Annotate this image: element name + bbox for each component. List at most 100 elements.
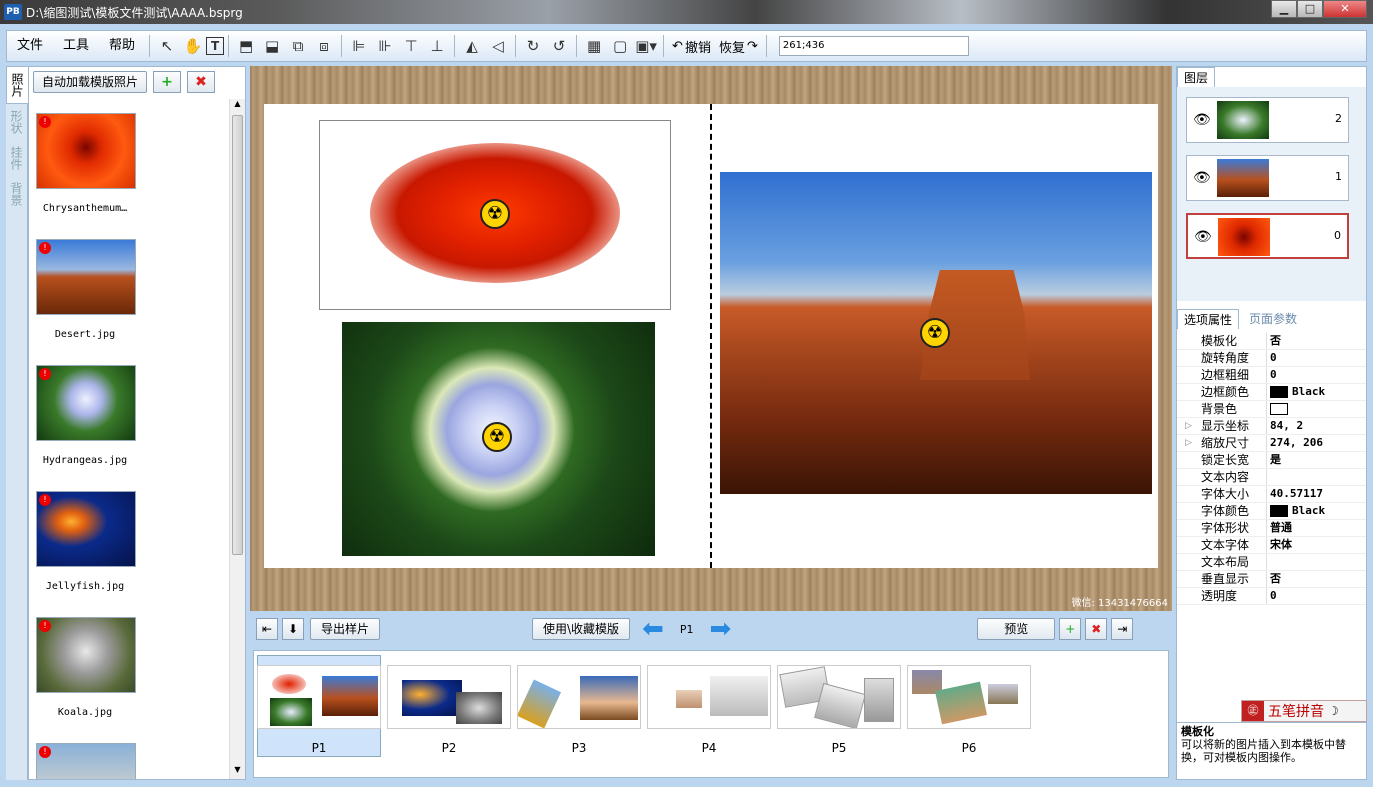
- layer-item[interactable]: 👁 2: [1186, 97, 1349, 143]
- tab-background[interactable]: 背景: [6, 176, 27, 212]
- border-style-dropdown-icon[interactable]: ▣▾: [633, 33, 659, 59]
- grid-layout-icon[interactable]: ▦: [581, 33, 607, 59]
- photo-thumb-lighthouse[interactable]: !: [36, 743, 136, 779]
- rotate-cw-icon[interactable]: ↻: [520, 33, 546, 59]
- add-page-icon[interactable]: +: [1059, 618, 1082, 640]
- property-value[interactable]: 84, 2: [1267, 418, 1366, 434]
- align-left-icon[interactable]: ⊫: [346, 33, 372, 59]
- maximize-button[interactable]: □: [1297, 0, 1323, 18]
- property-row[interactable]: ▷ 显示坐标 84, 2: [1177, 418, 1366, 435]
- hand-pan-icon[interactable]: ✋: [180, 33, 206, 59]
- page-thumb-p1[interactable]: [257, 665, 381, 729]
- eye-icon[interactable]: 👁: [1193, 112, 1211, 128]
- expand-icon[interactable]: ▷: [1185, 435, 1192, 451]
- placeholder-marker-icon[interactable]: ☢: [920, 318, 950, 348]
- align-right-icon[interactable]: ⊪: [372, 33, 398, 59]
- layer-item[interactable]: 👁 1: [1186, 155, 1349, 201]
- menu-file[interactable]: 文件: [7, 31, 53, 61]
- layer-item-selected[interactable]: 👁 0: [1186, 213, 1349, 259]
- property-value[interactable]: 否: [1267, 571, 1366, 587]
- property-row[interactable]: 字体大小 40.57117: [1177, 486, 1366, 503]
- align-top-icon[interactable]: ⊤: [398, 33, 424, 59]
- menu-help[interactable]: 帮助: [99, 31, 145, 61]
- scroll-up-icon[interactable]: ▲: [230, 99, 245, 113]
- property-value[interactable]: 是: [1267, 452, 1366, 468]
- expand-icon[interactable]: ▷: [1185, 418, 1192, 434]
- tab-option-properties[interactable]: 选项属性: [1177, 309, 1240, 329]
- text-tool-icon[interactable]: T: [206, 37, 225, 55]
- placeholder-marker-icon[interactable]: ☢: [482, 422, 512, 452]
- tab-photos[interactable]: 照片: [6, 66, 28, 104]
- eye-icon[interactable]: 👁: [1194, 229, 1212, 245]
- property-row[interactable]: 文本布局: [1177, 554, 1366, 571]
- property-value[interactable]: Black: [1267, 384, 1366, 400]
- export-sample-button[interactable]: 导出样片: [310, 618, 381, 640]
- rotate-ccw-icon[interactable]: ↺: [546, 33, 572, 59]
- photo-thumb-koala[interactable]: !: [36, 617, 136, 693]
- download-icon[interactable]: ⬇: [282, 618, 304, 640]
- flip-horizontal-icon[interactable]: ◭: [459, 33, 485, 59]
- property-row[interactable]: 边框粗细 0: [1177, 367, 1366, 384]
- undo-button[interactable]: ↶ 撤销: [668, 37, 715, 56]
- property-value[interactable]: 0: [1267, 367, 1366, 383]
- property-row[interactable]: ▷ 缩放尺寸 274, 206: [1177, 435, 1366, 452]
- property-value[interactable]: [1267, 401, 1366, 417]
- property-row[interactable]: 字体颜色 Black: [1177, 503, 1366, 520]
- page-thumb-p2[interactable]: [387, 665, 511, 729]
- property-row[interactable]: 背景色: [1177, 401, 1366, 418]
- align-bottom-icon[interactable]: ⊥: [424, 33, 450, 59]
- tab-layers[interactable]: 图层: [1177, 67, 1216, 87]
- property-row[interactable]: 透明度 0: [1177, 588, 1366, 605]
- property-value[interactable]: 0: [1267, 350, 1366, 366]
- ime-mode-label[interactable]: 五笔拼音: [1264, 701, 1328, 721]
- property-row[interactable]: 文本字体 宋体: [1177, 537, 1366, 554]
- placeholder-marker-icon[interactable]: ☢: [480, 199, 510, 229]
- property-row[interactable]: 边框颜色 Black: [1177, 384, 1366, 401]
- select-arrow-icon[interactable]: ↖: [154, 33, 180, 59]
- page-menu-icon[interactable]: ⇥: [1111, 618, 1134, 640]
- property-value[interactable]: [1267, 469, 1366, 485]
- album-page[interactable]: ☢ ☢ ☢: [264, 104, 1158, 568]
- property-value[interactable]: 40.57117: [1267, 486, 1366, 502]
- import-icon[interactable]: ⇤: [256, 618, 278, 640]
- bring-forward-icon[interactable]: ⬒: [233, 33, 259, 59]
- color-swatch[interactable]: [1270, 403, 1288, 415]
- menu-tools[interactable]: 工具: [53, 31, 99, 61]
- property-row[interactable]: 锁定长宽 是: [1177, 452, 1366, 469]
- eye-icon[interactable]: 👁: [1193, 170, 1211, 186]
- property-row[interactable]: 文本内容: [1177, 469, 1366, 486]
- send-backward-icon[interactable]: ⬓: [259, 33, 285, 59]
- property-value[interactable]: 274, 206: [1267, 435, 1366, 451]
- property-value[interactable]: 否: [1267, 333, 1366, 349]
- photo-thumb-chrysanthemum[interactable]: !: [36, 113, 136, 189]
- page-thumb-p5[interactable]: [777, 665, 901, 729]
- next-page-icon[interactable]: ➡: [710, 616, 732, 642]
- page-thumb-p4[interactable]: [647, 665, 771, 729]
- page-thumb-p3[interactable]: [517, 665, 641, 729]
- redo-button[interactable]: 恢复 ↷: [715, 37, 762, 56]
- photo-frame-hydrangeas[interactable]: ☢: [342, 322, 655, 556]
- preview-button[interactable]: 预览: [977, 618, 1056, 640]
- property-row[interactable]: 模板化 否: [1177, 333, 1366, 350]
- photo-frame-chrysanthemum[interactable]: ☢: [319, 120, 671, 310]
- photo-frame-desert[interactable]: ☢: [720, 172, 1152, 494]
- send-to-back-icon[interactable]: ⧈: [311, 33, 337, 59]
- property-value[interactable]: Black: [1267, 503, 1366, 519]
- property-value[interactable]: 0: [1267, 588, 1366, 604]
- property-row[interactable]: 旋转角度 0: [1177, 350, 1366, 367]
- property-row[interactable]: 垂直显示 否: [1177, 571, 1366, 588]
- prev-page-icon[interactable]: ⬅: [642, 616, 664, 642]
- tab-widgets[interactable]: 挂件: [6, 140, 27, 176]
- photo-thumb-hydrangeas[interactable]: !: [36, 365, 136, 441]
- color-swatch[interactable]: [1270, 505, 1288, 517]
- property-value[interactable]: 宋体: [1267, 537, 1366, 553]
- moon-icon[interactable]: ☽: [1328, 704, 1339, 718]
- property-value[interactable]: [1267, 554, 1366, 570]
- property-row[interactable]: 字体形状 普通: [1177, 520, 1366, 537]
- bring-to-front-icon[interactable]: ⧉: [285, 33, 311, 59]
- delete-page-icon[interactable]: ✖: [1085, 618, 1108, 640]
- auto-load-template-photos-button[interactable]: 自动加载模版照片: [33, 71, 148, 93]
- scroll-down-icon[interactable]: ▼: [230, 765, 245, 779]
- color-swatch[interactable]: [1270, 386, 1288, 398]
- use-template-button[interactable]: 使用\收藏模版: [532, 618, 631, 640]
